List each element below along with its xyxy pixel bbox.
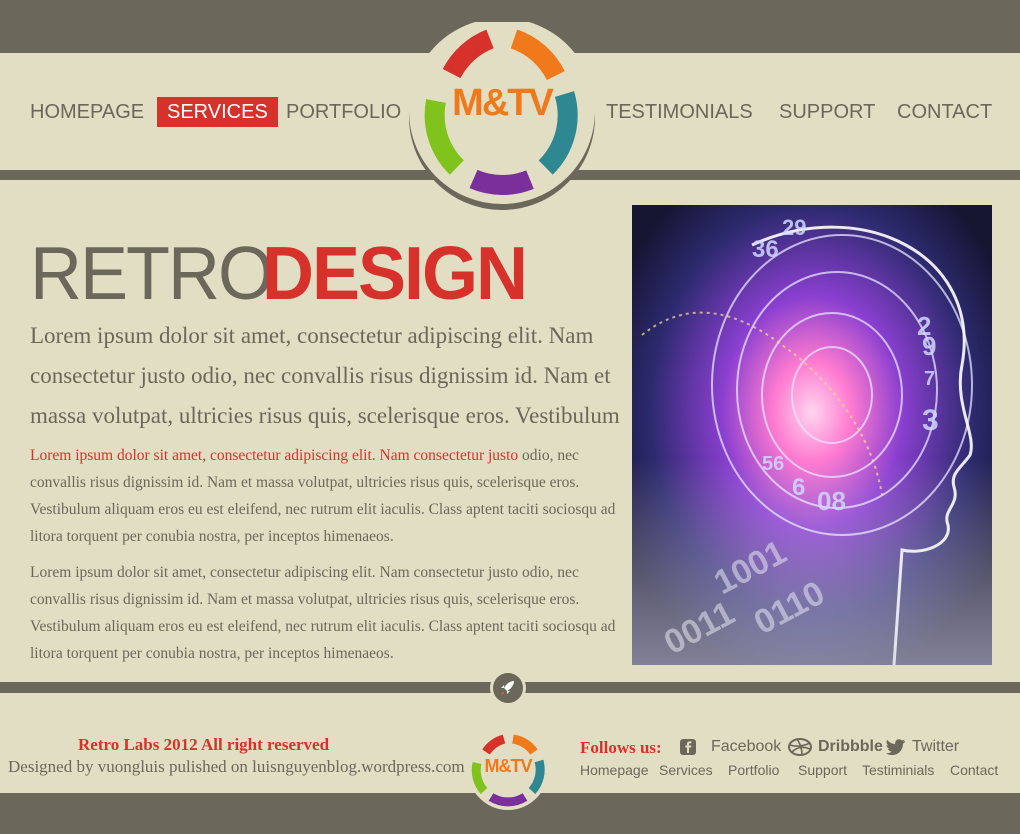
body-paragraph-1-highlight: Lorem ipsum dolor sit amet, consectetur … [30, 447, 519, 464]
social-twitter-link[interactable]: Twitter [886, 738, 959, 756]
image-number-5: 7 [924, 368, 935, 390]
footer-link-portfolio[interactable]: Portfolio [728, 762, 779, 778]
nav-homepage[interactable]: HOMEPAGE [30, 97, 144, 127]
twitter-icon [886, 739, 905, 756]
digital-head-illustration: 29 36 2 9 7 3 56 6 08 1001 0110 0011 [632, 205, 992, 665]
nav-services[interactable]: SERVICES [157, 97, 278, 127]
footer-logo-wordmark: M&TV [484, 756, 533, 776]
image-number-1: 29 [782, 215, 806, 240]
footer-link-testimonials[interactable]: Testiminials [862, 762, 934, 778]
lead-paragraph: Lorem ipsum dolor sit amet, consectetur … [30, 323, 620, 428]
image-number-7: 56 [762, 453, 784, 475]
nav-portfolio[interactable]: PORTFOLIO [286, 97, 401, 127]
logo-wordmark: M&TV [452, 82, 554, 124]
social-facebook-link[interactable]: Facebook [679, 738, 781, 756]
image-number-2: 36 [752, 236, 779, 263]
nav-contact[interactable]: CONTACT [897, 97, 992, 127]
social-dribbble-link[interactable]: Dribbble [788, 738, 883, 756]
social-facebook-label: Facebook [711, 738, 782, 755]
social-dribbble-label: Dribbble [818, 738, 883, 755]
image-number-8: 6 [792, 474, 805, 501]
footer-credit: Designed by vuongluis pulished on luisng… [8, 757, 465, 776]
footer-copyright: Retro Labs 2012 All right reserved [78, 735, 330, 754]
facebook-icon [680, 739, 696, 755]
footer-link-support[interactable]: Support [798, 762, 847, 778]
social-twitter-label: Twitter [912, 738, 960, 755]
rocket-button[interactable] [490, 670, 526, 706]
footer-link-contact[interactable]: Contact [950, 762, 998, 778]
footer-link-services[interactable]: Services [659, 762, 713, 778]
body-paragraph-2: Lorem ipsum dolor sit amet, consectetur … [30, 564, 616, 662]
rocket-icon [501, 681, 514, 695]
nav-support[interactable]: SUPPORT [779, 97, 875, 127]
follow-us-label: Follows us: [580, 738, 662, 757]
hero-image: 29 36 2 9 7 3 56 6 08 1001 0110 0011 [632, 205, 992, 665]
hero-title-retro: RETRO [30, 232, 274, 316]
nav-testimonials[interactable]: TESTIMONIALS [606, 97, 753, 127]
dribbble-icon [788, 738, 812, 756]
body-paragraph-1: Lorem ipsum dolor sit amet, consectetur … [30, 442, 620, 550]
footer-link-homepage[interactable]: Homepage [580, 762, 649, 778]
image-number-9: 08 [817, 486, 846, 516]
hero-title-design: DESIGN [262, 232, 528, 316]
image-number-4: 9 [922, 331, 936, 361]
image-number-6: 3 [922, 404, 939, 437]
site-logo[interactable]: M&TV [397, 22, 607, 212]
